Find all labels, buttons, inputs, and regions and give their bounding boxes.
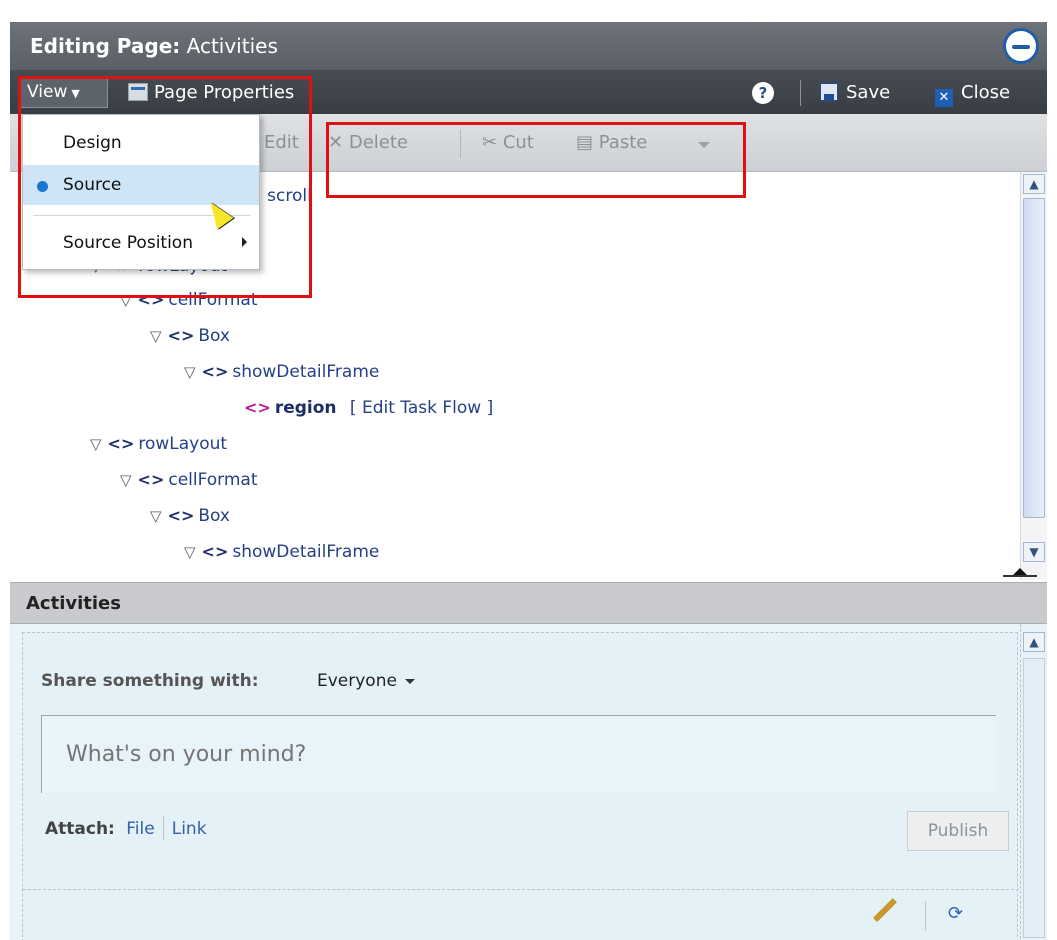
tag-icon: <>: [137, 470, 165, 489]
tree-scrollbar[interactable]: ▲ ▼: [1020, 172, 1047, 580]
expand-triangle-icon[interactable]: ▽: [150, 507, 162, 525]
region-label: region: [274, 398, 337, 418]
bracket-open: [: [349, 398, 357, 418]
attach-link-link[interactable]: Link: [172, 819, 207, 839]
link-divider: [162, 816, 164, 840]
tree-node[interactable]: ▽ <> Box: [150, 326, 230, 346]
highlight-box-edit-actions: [326, 122, 746, 198]
expand-triangle-icon[interactable]: ▽: [150, 327, 162, 345]
attach-row: Attach: File Link: [45, 816, 207, 840]
save-label: Save: [846, 82, 891, 103]
page-editor-frame: Editing Page: Activities View ▼ Page Prop…: [10, 10, 1047, 940]
tree-node[interactable]: ▽ <> showDetailFrame: [184, 542, 379, 562]
tag-icon: <>: [201, 362, 229, 381]
oracle-logo-icon: [1003, 28, 1039, 64]
page-title: Editing Page: Activities: [30, 34, 278, 58]
activities-body: Share something with: Everyone Attach: F…: [10, 624, 1047, 940]
pencil-icon[interactable]: [872, 897, 898, 923]
scroll-thumb[interactable]: [1023, 658, 1045, 938]
activities-divider: [23, 889, 1019, 890]
tree-node-region[interactable]: <> region [ Edit Task Flow ]: [244, 398, 493, 418]
activities-header: Activities: [10, 582, 1047, 624]
refresh-icon[interactable]: ⟳: [948, 903, 963, 924]
icon-divider: [925, 901, 926, 931]
scroll-up-icon[interactable]: ▲: [1023, 174, 1045, 194]
highlight-box-view-menu: [18, 76, 312, 298]
share-audience-select[interactable]: Everyone: [317, 671, 415, 691]
tree-node-label: showDetailFrame: [232, 542, 380, 562]
tag-icon: <>: [167, 506, 195, 525]
scroll-up-icon[interactable]: ▲: [1023, 632, 1045, 652]
tag-icon: <>: [107, 434, 135, 453]
tree-node-label: Box: [198, 326, 230, 346]
title-page-name: Activities: [186, 34, 278, 58]
bracket-close: ]: [486, 398, 494, 418]
pane-splitter-icon[interactable]: [1003, 565, 1037, 577]
share-audience-value: Everyone: [317, 671, 397, 691]
activities-scrollbar[interactable]: ▲: [1020, 624, 1047, 940]
attach-file-link[interactable]: File: [126, 819, 154, 839]
tree-node[interactable]: ▽ <> cellFormat: [120, 470, 258, 490]
tree-node[interactable]: ▽ <>rowLayout: [90, 434, 227, 454]
scroll-thumb[interactable]: [1023, 198, 1045, 518]
chevron-down-icon: [404, 679, 415, 684]
region-tag-icon: <>: [244, 398, 271, 417]
toolbar-divider: [800, 80, 801, 106]
tree-node-label: Box: [198, 506, 230, 526]
expand-triangle-icon[interactable]: ▽: [120, 471, 132, 489]
close-button[interactable]: ✕ Close: [935, 82, 1010, 107]
save-icon: [820, 83, 838, 101]
expand-triangle-icon[interactable]: ▽: [184, 363, 196, 381]
close-label: Close: [961, 82, 1011, 103]
publish-button[interactable]: Publish: [907, 811, 1009, 851]
tree-node[interactable]: ▽ <> showDetailFrame: [184, 362, 379, 382]
expand-triangle-icon[interactable]: ▽: [90, 435, 102, 453]
tree-node-label: cellFormat: [168, 470, 258, 490]
tag-icon: <>: [201, 542, 229, 561]
tree-node-label: showDetailFrame: [232, 362, 380, 382]
scroll-down-icon[interactable]: ▼: [1023, 542, 1045, 562]
status-input[interactable]: [41, 715, 996, 793]
title-prefix: Editing Page:: [30, 34, 181, 58]
tree-node[interactable]: ▽ <> Box: [150, 506, 230, 526]
tag-icon: <>: [167, 326, 195, 345]
attach-label: Attach:: [45, 819, 115, 839]
tree-node-label: rowLayout: [138, 434, 228, 454]
title-bar: Editing Page: Activities: [10, 22, 1047, 70]
activities-panel: Share something with: Everyone Attach: F…: [22, 632, 1019, 940]
help-icon[interactable]: ?: [752, 82, 774, 104]
share-label: Share something with:: [41, 671, 259, 691]
save-button[interactable]: Save: [820, 82, 890, 103]
edit-task-flow-link[interactable]: Edit Task Flow: [362, 398, 481, 418]
expand-triangle-icon[interactable]: ▽: [184, 543, 196, 561]
close-icon: ✕: [935, 89, 953, 107]
